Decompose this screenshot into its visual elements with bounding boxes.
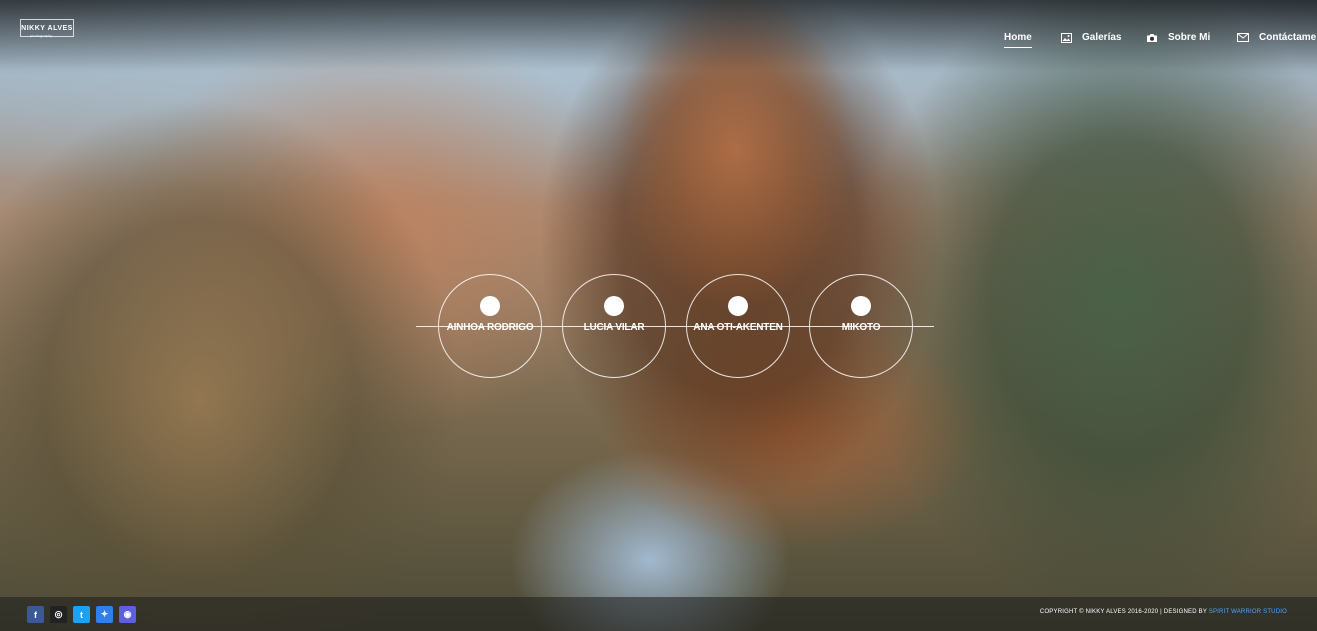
twitter-icon[interactable]: t — [73, 606, 90, 623]
camera-icon — [1146, 33, 1158, 43]
copyright-label: COPYRIGHT © NIKKY ALVES 2016-2020 | DESI… — [1039, 609, 1209, 615]
logo-text: NIKKY ALVES — [21, 24, 73, 32]
nav-contactame[interactable]: Contáctame — [1237, 32, 1316, 43]
envelope-icon — [1237, 33, 1249, 43]
social-links: f ◎ t ✦ ◉ — [27, 606, 136, 623]
instagram-icon[interactable]: ◎ — [50, 606, 67, 623]
gallery-circle-ana-oti-akenten[interactable]: ANA OTI-AKENTEN — [686, 274, 790, 378]
nav-contactame-label: Contáctame — [1259, 32, 1317, 43]
gallery-icon — [1060, 32, 1072, 43]
gallery-label: AINHOA RODRIGO — [446, 322, 534, 333]
gallery-dot — [604, 296, 624, 316]
copyright-text: COPYRIGHT © NIKKY ALVES 2016-2020 | DESI… — [1040, 609, 1287, 615]
nav-sobre-mi[interactable]: Sobre Mi — [1146, 32, 1210, 43]
nav-home-label: Home — [1004, 32, 1032, 43]
nav-home[interactable]: Home — [1004, 32, 1032, 48]
nav-sobre-mi-label: Sobre Mi — [1168, 32, 1211, 43]
website-icon[interactable]: ◉ — [119, 606, 136, 623]
gallery-dot — [728, 296, 748, 316]
gallery-label: MIKOTO — [841, 322, 881, 333]
gallery-label: ANA OTI-AKENTEN — [693, 322, 783, 333]
gallery-circle-mikoto[interactable]: MIKOTO — [809, 274, 913, 378]
gallery-circle-lucia-vilar[interactable]: LUCIA VILAR — [562, 274, 666, 378]
designer-link[interactable]: SPIRIT WARRIOR STUDIO — [1209, 609, 1287, 615]
main-navigation: Home Galerías Sobre Mi Contáctame — [0, 32, 1317, 48]
gallery-label: LUCIA VILAR — [583, 322, 645, 333]
nav-galerias[interactable]: Galerías — [1060, 32, 1121, 43]
messenger-icon[interactable]: ✦ — [96, 606, 113, 623]
gallery-dot — [851, 296, 871, 316]
nav-galerias-label: Galerías — [1082, 32, 1122, 43]
gallery-dot — [480, 296, 500, 316]
gallery-circle-ainhoa-rodrigo[interactable]: AINHOA RODRIGO — [438, 274, 542, 378]
facebook-icon[interactable]: f — [27, 606, 44, 623]
